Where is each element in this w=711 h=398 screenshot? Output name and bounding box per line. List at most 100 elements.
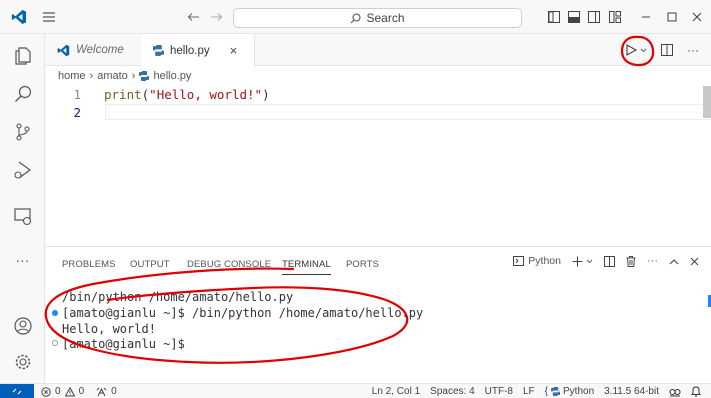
tab-problems[interactable]: PROBLEMS xyxy=(62,259,116,270)
maximize-panel-icon[interactable] xyxy=(669,258,679,265)
terminal-line: /bin/python /home/amato/hello.py xyxy=(62,289,294,304)
title-bar: Search xyxy=(0,0,711,34)
python-file-icon xyxy=(551,387,560,396)
braces-icon: { xyxy=(544,386,548,397)
command-center-search[interactable]: Search xyxy=(233,8,522,28)
encoding[interactable]: UTF-8 xyxy=(485,386,513,397)
tab-welcome[interactable]: Welcome xyxy=(45,34,141,66)
status-bar: 0 0 0 Ln 2, Col 1 Spaces: 4 UTF-8 LF { P… xyxy=(0,383,711,398)
warning-icon xyxy=(64,386,75,396)
remote-icon xyxy=(12,388,22,395)
error-count: 0 xyxy=(55,386,61,397)
breadcrumb-file[interactable]: hello.py xyxy=(153,70,191,82)
code-string: "Hello, world!" xyxy=(149,86,263,102)
chevron-right-icon: › xyxy=(89,70,94,82)
run-python-file-button[interactable] xyxy=(626,44,647,56)
code-function: print xyxy=(104,86,142,102)
chevron-down-icon xyxy=(640,48,647,52)
more-actions-icon[interactable]: ··· xyxy=(687,43,699,57)
new-terminal-button[interactable] xyxy=(572,256,593,267)
search-label: Search xyxy=(366,11,405,25)
problems-status[interactable]: 0 0 0 xyxy=(41,384,117,398)
back-arrow-icon[interactable] xyxy=(182,0,204,34)
error-icon xyxy=(41,386,51,397)
editor-actions: ··· xyxy=(626,34,711,66)
chevron-right-icon: › xyxy=(131,70,136,82)
editor-tab-bar: Welcome hello.py × ··· xyxy=(45,34,711,67)
notifications-bell-icon[interactable] xyxy=(691,386,701,397)
menu-icon[interactable] xyxy=(36,0,62,34)
code-paren: ) xyxy=(262,86,270,102)
remote-explorer-icon[interactable] xyxy=(0,198,45,234)
breadcrumb: home › amato › hello.py xyxy=(58,68,191,84)
toggle-secondary-sidebar-icon[interactable] xyxy=(584,0,604,34)
warning-count: 0 xyxy=(78,386,85,397)
terminal-prompt: [amato@gianlu ~]$ xyxy=(62,336,185,351)
bottom-panel: PROBLEMS OUTPUT DEBUG CONSOLE TERMINAL P… xyxy=(45,246,711,383)
copilot-icon[interactable] xyxy=(669,387,681,397)
explorer-icon[interactable] xyxy=(0,38,45,74)
split-editor-icon[interactable] xyxy=(661,44,673,56)
remote-indicator[interactable] xyxy=(0,384,34,398)
tab-output[interactable]: OUTPUT xyxy=(130,259,170,270)
breadcrumb-home[interactable]: home xyxy=(58,70,86,82)
panel-actions: Python ··· xyxy=(513,255,699,267)
play-icon xyxy=(626,44,637,56)
terminal-line: Hello, world! xyxy=(62,321,156,336)
settings-gear-icon[interactable] xyxy=(0,344,45,380)
close-tab-icon[interactable]: × xyxy=(230,43,238,58)
vscode-logo-icon xyxy=(4,0,34,34)
code-editor[interactable]: 1 print("Hello, world!") 2 xyxy=(45,86,711,246)
ports-count: 0 xyxy=(111,386,117,397)
terminal-selector[interactable]: Python xyxy=(513,255,561,267)
tab-ports[interactable]: PORTS xyxy=(346,259,379,270)
indentation[interactable]: Spaces: 4 xyxy=(430,386,474,397)
interpreter-version[interactable]: 3.11.5 64-bit xyxy=(604,386,659,397)
cursor-position[interactable]: Ln 2, Col 1 xyxy=(372,386,420,397)
activity-bar: ··· xyxy=(0,34,45,383)
chevron-down-icon xyxy=(586,259,593,263)
python-file-icon xyxy=(139,71,150,81)
end-of-line[interactable]: LF xyxy=(523,386,535,397)
python-file-icon xyxy=(153,45,164,56)
current-line-highlight xyxy=(105,104,711,120)
tab-hello-py-label: hello.py xyxy=(170,44,210,57)
tab-hello-py[interactable]: hello.py × xyxy=(141,34,255,67)
toggle-panel-icon[interactable] xyxy=(564,0,584,34)
status-right: Ln 2, Col 1 Spaces: 4 UTF-8 LF { Python … xyxy=(372,384,701,398)
command-pending-dot xyxy=(52,340,58,346)
terminal-name: Python xyxy=(528,255,561,267)
tab-terminal[interactable]: TERMINAL xyxy=(282,259,331,275)
run-and-debug-icon[interactable] xyxy=(0,152,45,188)
source-control-icon[interactable] xyxy=(0,114,45,150)
vscode-logo-icon xyxy=(57,44,70,56)
tab-welcome-label: Welcome xyxy=(76,44,124,56)
editor-scrollbar[interactable] xyxy=(703,86,711,118)
line-number: 2 xyxy=(73,104,81,120)
code-line-1[interactable]: 1 print("Hello, world!") xyxy=(45,86,270,102)
terminal-line: [amato@gianlu ~]$ /bin/python /home/amat… xyxy=(62,305,424,320)
line-number: 1 xyxy=(73,86,81,102)
close-window-icon[interactable] xyxy=(686,0,708,34)
customize-layout-icon[interactable] xyxy=(604,0,626,34)
search-view-icon[interactable] xyxy=(0,76,45,112)
more-actions-icon[interactable]: ··· xyxy=(647,255,658,267)
language-label: Python xyxy=(563,386,595,397)
toggle-primary-sidebar-icon[interactable] xyxy=(544,0,564,34)
code-line-2[interactable]: 2 xyxy=(45,104,104,120)
more-views-icon[interactable]: ··· xyxy=(0,242,45,278)
minimize-icon[interactable] xyxy=(634,0,658,34)
tab-debug-console[interactable]: DEBUG CONSOLE xyxy=(187,259,271,270)
account-icon[interactable] xyxy=(0,308,45,344)
maximize-icon[interactable] xyxy=(660,0,684,34)
ports-icon xyxy=(96,387,107,396)
breadcrumb-amato[interactable]: amato xyxy=(97,70,128,82)
language-mode[interactable]: { Python xyxy=(545,386,594,397)
terminal[interactable]: /bin/python /home/amato/hello.py [amato@… xyxy=(45,287,711,383)
split-terminal-icon[interactable] xyxy=(604,255,615,267)
forward-arrow-icon[interactable] xyxy=(205,0,227,34)
plus-icon xyxy=(572,256,583,266)
close-panel-icon[interactable] xyxy=(690,257,699,266)
terminal-icon xyxy=(513,256,525,266)
trash-icon[interactable] xyxy=(626,255,636,267)
